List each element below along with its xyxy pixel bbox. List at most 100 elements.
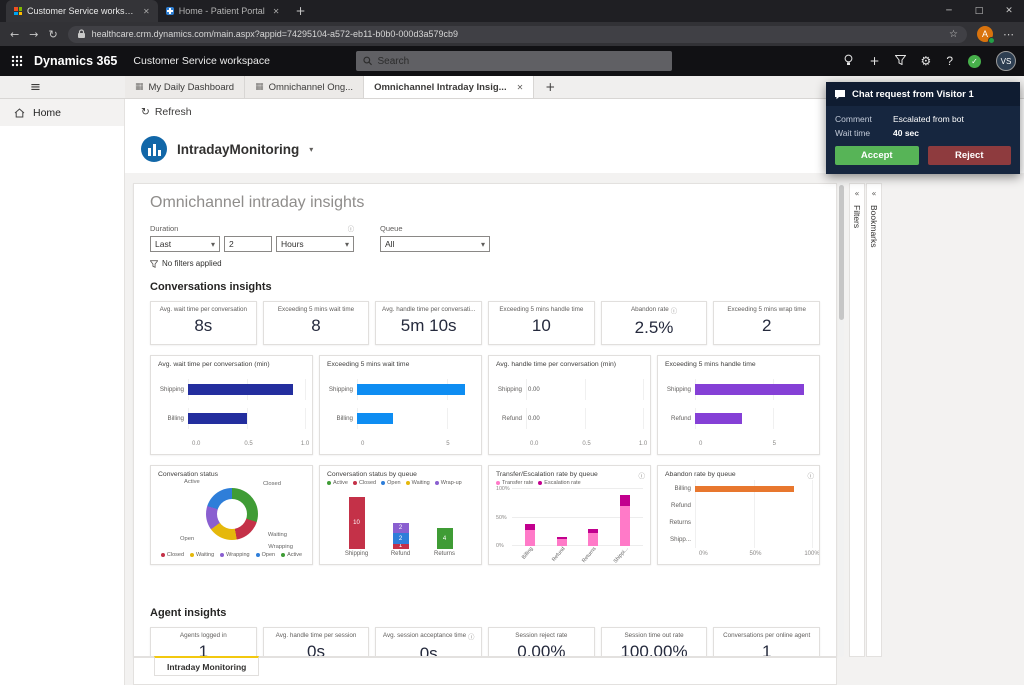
- reject-button[interactable]: Reject: [928, 146, 1012, 165]
- brand-title[interactable]: Dynamics 365: [34, 54, 117, 68]
- bar-track: [357, 382, 474, 397]
- bar-track: [188, 411, 305, 426]
- kpi-row-conversations: Avg. wait time per conversation8s Exceedi…: [150, 301, 820, 345]
- bar-row: Shipp...: [665, 533, 812, 545]
- new-tab-button[interactable]: +: [295, 4, 305, 18]
- bookmarks-pane-collapsed[interactable]: « Bookmarks: [866, 183, 882, 657]
- info-icon[interactable]: ⓘ: [348, 224, 354, 233]
- legend-item: Open: [256, 552, 275, 558]
- search-input[interactable]: [378, 56, 665, 67]
- tab-close-icon[interactable]: ✕: [143, 7, 150, 16]
- chart-row-1: Avg. wait time per conversation (min)Shi…: [150, 355, 820, 455]
- new-session-tab-button[interactable]: +: [534, 76, 566, 98]
- kpi-label-text: Abandon rate: [631, 306, 669, 315]
- chart-status-by-queue[interactable]: Conversation status by queueActiveClosed…: [319, 465, 482, 565]
- dashboard-icon: ▦: [135, 82, 144, 92]
- x-category-label: Refund: [391, 551, 410, 557]
- chart-avg-handle-time[interactable]: Avg. handle time per conversation (min)S…: [488, 355, 651, 455]
- lightbulb-icon[interactable]: [843, 54, 854, 68]
- legend-label: Waiting: [196, 552, 214, 558]
- quick-create-plus-icon[interactable]: +: [869, 55, 879, 67]
- filters-pane-collapsed[interactable]: « Filters: [849, 183, 865, 657]
- favorite-star-icon[interactable]: ☆: [949, 29, 958, 40]
- expand-pane-icon[interactable]: «: [855, 189, 860, 198]
- report-icon: [141, 136, 167, 162]
- global-search[interactable]: [356, 51, 672, 71]
- bar-row: Refund: [665, 500, 812, 512]
- info-icon[interactable]: ⓘ: [639, 470, 646, 480]
- settings-gear-icon[interactable]: ⚙: [921, 55, 932, 67]
- chart-abandon-rate-by-queue[interactable]: Abandon rate by queueBillingRefundReturn…: [657, 465, 820, 565]
- no-filters-indicator[interactable]: No filters applied: [150, 259, 820, 268]
- app-launcher-waffle-icon[interactable]: [0, 55, 34, 67]
- queue-select[interactable]: All▾: [380, 236, 490, 252]
- chart-transfer-escalation-rate[interactable]: Transfer/Escalation rate by queueTransfe…: [488, 465, 651, 565]
- refresh-button[interactable]: ↻ Refresh: [141, 106, 192, 118]
- duration-operator-select[interactable]: Last▾: [150, 236, 220, 252]
- chart-conversation-status[interactable]: Conversation statusActiveClosedOpenWaiti…: [150, 465, 313, 565]
- bar-row: Returns: [665, 516, 812, 528]
- chart-exceeding-handle-time[interactable]: Exceeding 5 mins handle timeShippingRefu…: [657, 355, 820, 455]
- bar-value-label: 0.00: [528, 416, 540, 422]
- expand-pane-icon[interactable]: «: [872, 189, 877, 198]
- legend-item: Waiting: [406, 480, 430, 486]
- bar: [695, 384, 804, 395]
- info-icon[interactable]: ⓘ: [468, 632, 474, 641]
- minimize-button[interactable]: ─: [934, 0, 964, 22]
- column-segment: 1: [393, 544, 409, 549]
- kpi-label: Conversations per online agent: [717, 632, 816, 639]
- page-title: IntradayMonitoring: [177, 142, 299, 157]
- bar-category-label: Billing: [665, 485, 695, 492]
- column-stack: 10: [349, 497, 365, 549]
- legend-label: Wrap-up: [441, 480, 462, 486]
- duration-value-input[interactable]: [224, 236, 272, 252]
- chat-row-label: Comment: [835, 114, 893, 124]
- bar-row: Shipping: [158, 382, 305, 397]
- kpi-value: 2: [717, 316, 816, 336]
- sidebar-item-home[interactable]: Home: [0, 99, 124, 126]
- session-tab-intraday-insights[interactable]: Omnichannel Intraday Insig... ✕: [364, 76, 534, 98]
- chart-exceeding-wait-time[interactable]: Exceeding 5 mins wait timeShippingBillin…: [319, 355, 482, 455]
- info-icon[interactable]: ⓘ: [671, 306, 677, 315]
- kpi-card: Avg. wait time per conversation8s: [150, 301, 257, 345]
- chart-row-2: Conversation statusActiveClosedOpenWaiti…: [150, 465, 820, 565]
- hamburger-menu-icon[interactable]: ≡: [0, 76, 125, 98]
- report-page-tab[interactable]: Intraday Monitoring: [154, 656, 259, 676]
- browser-menu-icon[interactable]: ⋯: [1003, 28, 1014, 41]
- duration-label: Duration: [150, 224, 178, 233]
- chart-avg-wait-time[interactable]: Avg. wait time per conversation (min)Shi…: [150, 355, 313, 455]
- bar-track: [357, 411, 474, 426]
- bar: [188, 384, 293, 395]
- bar-track: [695, 500, 812, 512]
- filter-funnel-icon[interactable]: [895, 55, 906, 67]
- refresh-icon: ↻: [141, 106, 150, 118]
- info-icon[interactable]: ⓘ: [808, 470, 815, 480]
- session-tab-daily-dashboard[interactable]: ▦ My Daily Dashboard: [125, 76, 245, 98]
- chat-comment-row: Comment Escalated from bot: [835, 114, 1011, 124]
- address-bar[interactable]: healthcare.crm.dynamics.com/main.aspx?ap…: [68, 26, 967, 43]
- session-tab-ongoing[interactable]: ▦ Omnichannel Ong...: [245, 76, 364, 98]
- close-button[interactable]: ✕: [994, 0, 1024, 22]
- bar-track: [695, 483, 812, 495]
- forward-button[interactable]: →: [29, 28, 38, 41]
- scrollbar-thumb[interactable]: [839, 185, 844, 320]
- tab-close-icon[interactable]: ✕: [517, 83, 524, 92]
- duration-unit-select[interactable]: Hours▾: [276, 236, 354, 252]
- tab-close-icon[interactable]: ✕: [273, 7, 280, 16]
- browser-profile-avatar[interactable]: A: [977, 26, 993, 42]
- back-button[interactable]: ←: [10, 28, 19, 41]
- chevron-down-icon[interactable]: ▾: [309, 145, 313, 154]
- presence-available-icon[interactable]: ✓: [968, 55, 981, 68]
- x-axis-ticks: 05: [699, 440, 812, 449]
- maximize-button[interactable]: □: [964, 0, 994, 22]
- user-avatar[interactable]: VS: [996, 51, 1016, 71]
- help-icon[interactable]: ?: [946, 55, 953, 67]
- y-tick-label: 100%: [496, 486, 510, 492]
- kpi-card: Session reject rate0.00%: [488, 627, 595, 657]
- browser-tab-customer-service[interactable]: Customer Service workspace ✕: [6, 0, 158, 22]
- kpi-label: Exceeding 5 mins wait time: [267, 306, 366, 313]
- vertical-scrollbar[interactable]: [839, 183, 844, 657]
- browser-tab-patient-portal[interactable]: Home - Patient Portal ✕: [158, 0, 288, 22]
- accept-button[interactable]: Accept: [835, 146, 919, 165]
- page-refresh-button[interactable]: ↻: [48, 28, 57, 41]
